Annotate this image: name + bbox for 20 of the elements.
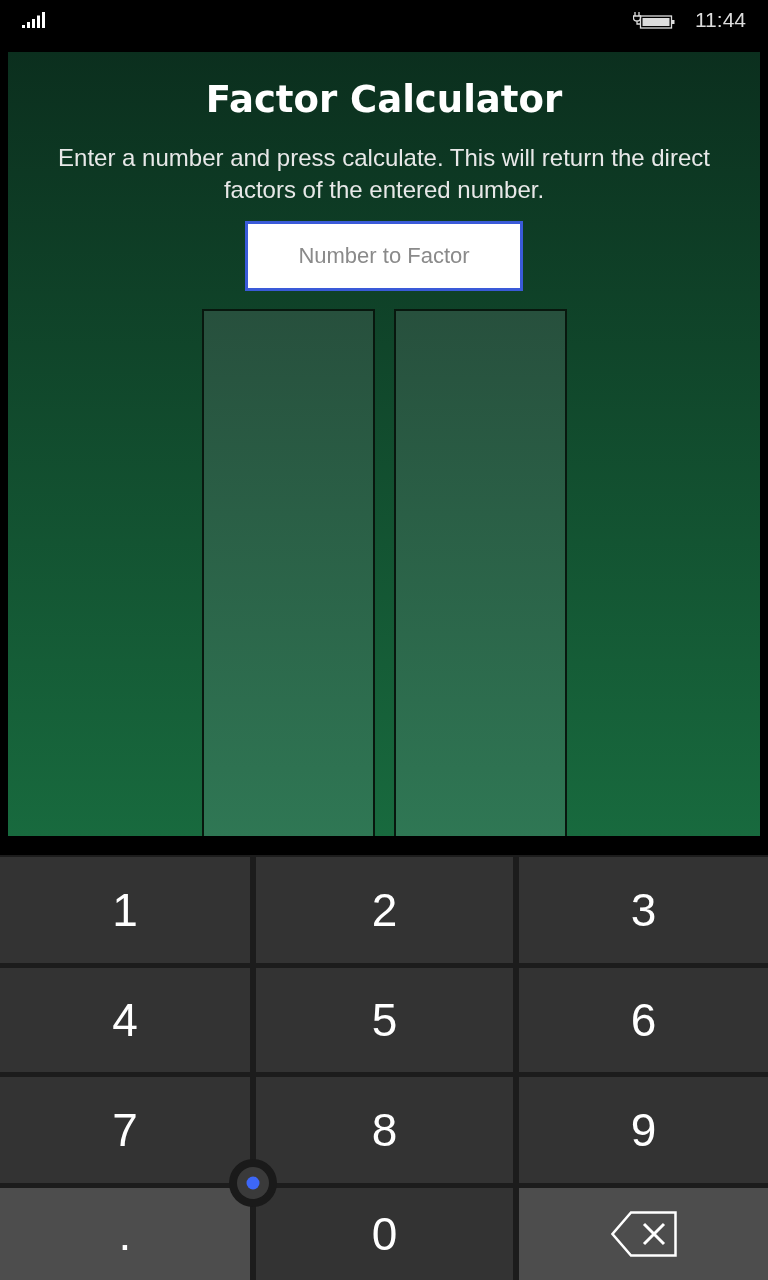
digit-key[interactable]: 5 <box>256 968 513 1072</box>
digit-key[interactable]: 8 <box>256 1077 513 1183</box>
backspace-key[interactable] <box>519 1188 768 1280</box>
digit-key[interactable]: 4 <box>0 968 250 1072</box>
cursor-handle-icon[interactable] <box>229 1159 277 1207</box>
app-title: Factor Calculator <box>205 78 563 122</box>
digit-key[interactable]: 7 <box>0 1077 250 1183</box>
number-input-field[interactable]: Number to Factor <box>245 221 523 291</box>
digit-key[interactable]: 9 <box>519 1077 768 1183</box>
digit-key[interactable]: 6 <box>519 968 768 1072</box>
period-key[interactable]: . <box>0 1188 250 1280</box>
backspace-icon <box>610 1211 677 1257</box>
digit-key[interactable]: 1 <box>0 857 250 963</box>
instructions-text: Enter a number and press calculate. This will return the direct factors of the entered number. <box>57 143 711 205</box>
clock-time: 11:44 <box>695 8 746 32</box>
digit-key[interactable]: 2 <box>256 857 513 963</box>
signal-strength-icon <box>22 12 48 28</box>
digit-key[interactable]: 0 <box>256 1188 513 1280</box>
battery-charging-icon <box>633 11 675 29</box>
digit-key[interactable]: 3 <box>519 857 768 963</box>
